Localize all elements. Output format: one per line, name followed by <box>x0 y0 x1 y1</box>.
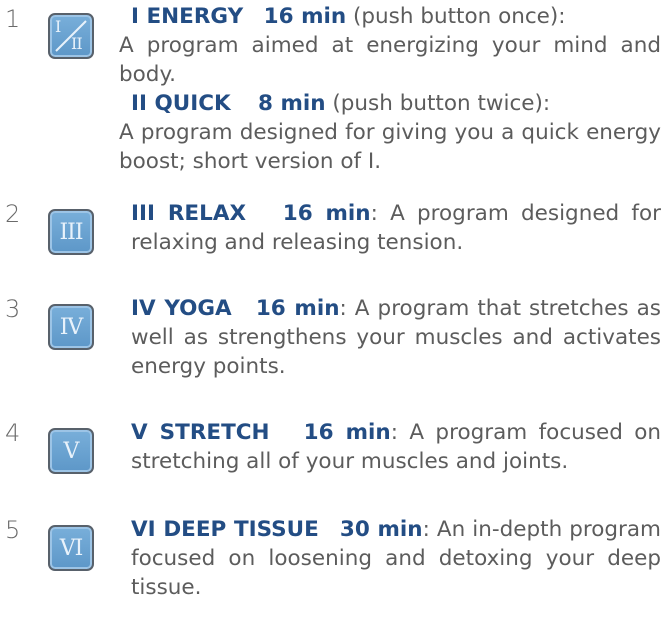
entry-number: 5 <box>5 516 21 544</box>
button-glyph: V <box>63 439 80 464</box>
program-text: V STRETCH 16 min: A program focused on s… <box>131 418 661 476</box>
program-description: A program designed for giving you a quic… <box>119 120 661 174</box>
program-duration: 16 min <box>303 420 391 445</box>
entry-number: 2 <box>5 200 21 228</box>
program-title: II QUICK <box>131 91 231 116</box>
program-text: I ENERGY 16 min (push button once): A pr… <box>119 2 661 176</box>
program-note: (push button once): <box>346 4 566 29</box>
button-glyph-top: I <box>55 17 62 36</box>
energy-quick-button-icon: I II <box>48 13 94 59</box>
program-title: I ENERGY <box>131 4 244 29</box>
program-title: IV YOGA <box>131 296 232 321</box>
deep-tissue-button-icon: VI <box>48 525 94 571</box>
program-list: 1 I II I ENERGY 16 min (push button once… <box>0 0 672 641</box>
program-duration: 30 min <box>339 517 423 542</box>
yoga-button-icon: IV <box>48 304 94 350</box>
program-title: VI DEEP TISSUE <box>131 517 319 542</box>
entry-number: 3 <box>5 295 21 323</box>
program-title: III RELAX <box>131 201 247 226</box>
stretch-button-icon: V <box>48 428 94 474</box>
program-note: (push button twice): <box>325 91 551 116</box>
entry-number: 1 <box>5 5 21 33</box>
entry-number: 4 <box>5 419 21 447</box>
program-line-energy: I ENERGY 16 min (push button once): <box>131 2 661 31</box>
button-glyph-bottom: II <box>71 34 83 53</box>
button-glyph: III <box>59 220 83 245</box>
button-glyph: IV <box>59 315 84 340</box>
program-duration: 16 min <box>263 4 347 29</box>
button-glyph: VI <box>59 536 84 561</box>
program-text: IV YOGA 16 min: A program that stretches… <box>131 294 661 381</box>
relax-button-icon: III <box>48 209 94 255</box>
program-line-quick: II QUICK 8 min (push button twice): <box>131 89 661 118</box>
program-description: A program aimed at energizing your mind … <box>119 33 661 87</box>
program-text: VI DEEP TISSUE 30 min: An in-depth progr… <box>131 515 661 602</box>
program-duration: 16 min <box>255 296 340 321</box>
program-duration: 16 min <box>282 201 371 226</box>
program-duration: 8 min <box>258 91 326 116</box>
program-title: V STRETCH <box>131 420 270 445</box>
program-text: III RELAX 16 min: A program designed for… <box>131 199 661 257</box>
